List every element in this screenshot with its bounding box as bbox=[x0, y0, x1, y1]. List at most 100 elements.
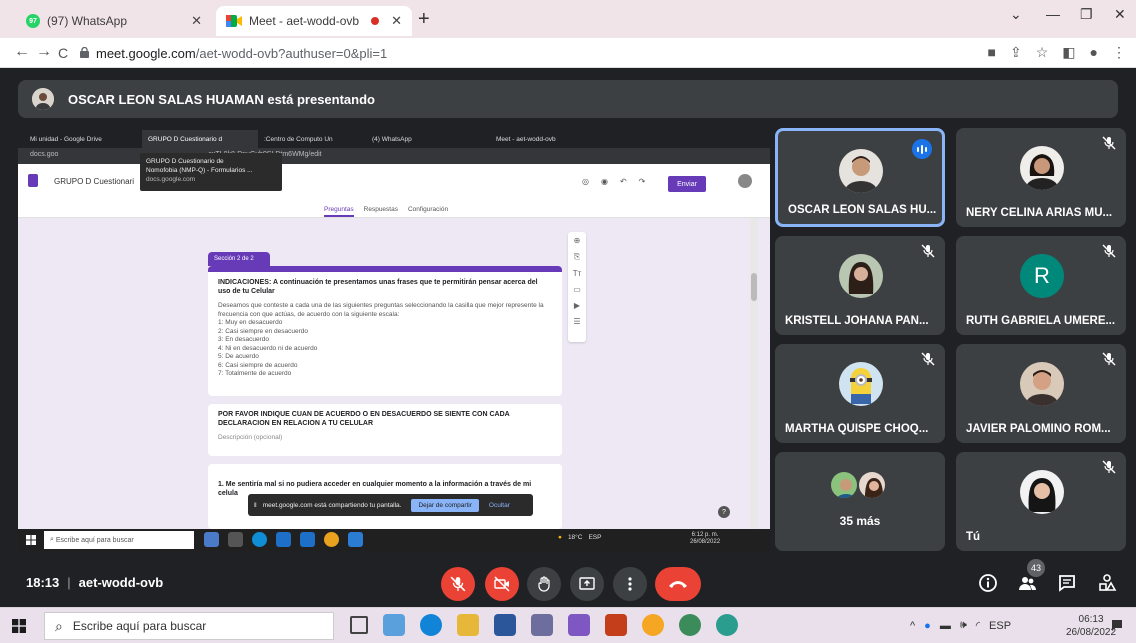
participant-name: OSCAR LEON SALAS HU... bbox=[788, 204, 937, 216]
close-window-icon[interactable]: ✕ bbox=[1114, 6, 1126, 23]
avatar bbox=[829, 470, 859, 500]
app-icon bbox=[228, 532, 243, 547]
app-icon bbox=[300, 532, 315, 547]
minimize-icon[interactable]: — bbox=[1046, 6, 1060, 22]
back-icon[interactable]: ← bbox=[14, 43, 30, 61]
tab-search-icon[interactable]: ⌄ bbox=[1010, 6, 1022, 23]
lock-icon bbox=[80, 47, 89, 58]
sidebar-icon[interactable]: ◧ bbox=[1062, 44, 1075, 61]
form-scrollbar-thumb bbox=[751, 273, 757, 301]
app-icon[interactable] bbox=[383, 614, 405, 636]
search-icon: ⌕ bbox=[55, 617, 63, 634]
participant-tile-nery[interactable]: NERY CELINA ARIAS MU... bbox=[956, 128, 1126, 227]
notifications-icon[interactable] bbox=[1110, 618, 1124, 632]
participant-tile-ruth[interactable]: R RUTH GABRIELA UMERE... bbox=[956, 236, 1126, 335]
forms-logo-icon bbox=[28, 174, 38, 187]
participant-name: RUTH GABRIELA UMERE... bbox=[966, 315, 1116, 327]
app-icon[interactable] bbox=[716, 614, 738, 636]
hand-icon bbox=[538, 576, 550, 592]
form-header-icons: ◎ ◉ ↶ ↷ bbox=[582, 177, 645, 186]
edge-icon bbox=[252, 532, 267, 547]
whatsapp-icon: 97 bbox=[26, 14, 40, 28]
shared-taskbar-clock: 6:12 p. m. 26/08/2022 bbox=[690, 532, 721, 545]
forward-icon[interactable]: → bbox=[36, 43, 52, 61]
form-header: GRUPO D Cuestionari ◎ ◉ ↶ ↷ Enviar Pregu… bbox=[18, 164, 770, 218]
windows-clock[interactable]: 06:13 26/08/2022 bbox=[1066, 613, 1116, 639]
app-icon[interactable] bbox=[679, 614, 701, 636]
more-options-button[interactable] bbox=[613, 567, 647, 601]
end-call-button[interactable] bbox=[655, 567, 701, 601]
present-screen-button[interactable] bbox=[570, 567, 604, 601]
word-icon[interactable] bbox=[494, 614, 516, 636]
google-meet-icon bbox=[226, 15, 242, 27]
raise-hand-button[interactable] bbox=[527, 567, 561, 601]
participant-tile-oscar[interactable]: OSCAR LEON SALAS HU... bbox=[775, 128, 945, 227]
activities-icon[interactable] bbox=[1097, 573, 1117, 593]
menu-dots-icon[interactable]: ⋮ bbox=[1112, 44, 1126, 61]
meeting-info: 18:13 | aet-wodd-ovb bbox=[26, 575, 164, 590]
edge-icon[interactable] bbox=[420, 614, 442, 636]
avatar bbox=[1020, 362, 1064, 406]
language-label[interactable]: ESP bbox=[989, 620, 1011, 632]
video-icon: ▶ bbox=[573, 301, 581, 310]
calendar-icon[interactable] bbox=[568, 614, 590, 636]
share-icon[interactable]: ⇪ bbox=[1010, 44, 1022, 61]
camera-off-icon bbox=[494, 576, 510, 592]
participant-tile-martha[interactable]: MARTHA QUISPE CHOQ... bbox=[775, 344, 945, 443]
task-view-icon[interactable] bbox=[350, 616, 368, 634]
new-tab-button[interactable]: + bbox=[418, 8, 430, 31]
meet-tray-icon[interactable]: ● bbox=[924, 620, 931, 632]
participant-tile-kristell[interactable]: KRISTELL JOHANA PAN... bbox=[775, 236, 945, 335]
powerpoint-icon[interactable] bbox=[605, 614, 627, 636]
windows-start-icon[interactable] bbox=[12, 619, 26, 633]
avatar bbox=[857, 470, 887, 500]
camera-in-use-icon[interactable]: ■ bbox=[988, 44, 996, 61]
file-explorer-icon[interactable] bbox=[457, 614, 479, 636]
meet-control-bar: 18:13 | aet-wodd-ovb 43 bbox=[0, 555, 1136, 607]
form-scrollbar bbox=[750, 218, 758, 529]
restore-icon[interactable]: ❐ bbox=[1080, 6, 1093, 23]
windows-taskbar: ⌕ Escribe aquí para buscar ^ ● ▬ 🕪 ◜ ESP… bbox=[0, 607, 1136, 643]
wifi-icon[interactable]: ◜ bbox=[976, 619, 980, 632]
windows-tray: ^ ● ▬ 🕪 ◜ ESP bbox=[910, 619, 1011, 632]
tab-meet[interactable]: Meet - aet-wodd-ovb ✕ bbox=[216, 6, 412, 36]
pause-icon: ‖ bbox=[254, 501, 257, 509]
avatar bbox=[839, 254, 883, 298]
speaking-indicator-icon bbox=[912, 139, 932, 159]
participant-tile-javier[interactable]: JAVIER PALOMINO ROM... bbox=[956, 344, 1126, 443]
url-field[interactable]: meet.google.com/aet-wodd-ovb?authuser=0&… bbox=[96, 46, 387, 61]
app-icon[interactable] bbox=[531, 614, 553, 636]
shared-tab-form: GRUPO D Cuestionario d bbox=[142, 130, 258, 148]
form-card-instructions: INDICACIONES: A continuación te presenta… bbox=[208, 266, 562, 396]
chevron-up-icon[interactable]: ^ bbox=[910, 620, 915, 632]
address-bar-icons: ■ ⇪ ☆ ◧ ● ⋮ bbox=[988, 44, 1126, 61]
camera-toggle-button[interactable] bbox=[485, 567, 519, 601]
close-tab-icon[interactable]: ✕ bbox=[391, 13, 402, 29]
participant-tile-more[interactable]: 35 más bbox=[775, 452, 945, 551]
form-user-avatar bbox=[738, 174, 752, 188]
mic-off-icon bbox=[1102, 136, 1116, 150]
meeting-details-icon[interactable] bbox=[978, 573, 998, 593]
present-icon bbox=[579, 577, 595, 590]
chat-icon[interactable] bbox=[1057, 573, 1077, 593]
import-icon: ⎘ bbox=[573, 252, 581, 261]
reload-icon[interactable]: C bbox=[58, 45, 68, 61]
shared-tab-meet: Meet - aet-wodd-ovb bbox=[496, 135, 556, 143]
shared-taskbar-tray: ● 18°C ESP bbox=[558, 534, 602, 541]
close-tab-icon[interactable]: ✕ bbox=[191, 13, 202, 29]
participant-tile-you[interactable]: Tú bbox=[956, 452, 1126, 551]
section-icon: ☰ bbox=[573, 317, 581, 326]
bookmark-star-icon[interactable]: ☆ bbox=[1036, 44, 1049, 61]
battery-icon[interactable]: ▬ bbox=[940, 620, 951, 632]
more-vert-icon bbox=[628, 577, 632, 591]
tab-whatsapp[interactable]: 97 (97) WhatsApp ✕ bbox=[16, 6, 212, 36]
add-question-icon: ⊕ bbox=[573, 236, 581, 245]
chrome-icon[interactable] bbox=[642, 614, 664, 636]
volume-icon[interactable]: 🕪 bbox=[960, 619, 967, 632]
windows-search-box[interactable]: ⌕ Escribe aquí para buscar bbox=[44, 612, 334, 640]
app-icon bbox=[204, 532, 219, 547]
screen-share-banner: ‖ meet.google.com está compartiendo tu p… bbox=[248, 494, 533, 516]
profile-icon[interactable]: ● bbox=[1090, 44, 1098, 61]
mic-toggle-button[interactable] bbox=[441, 567, 475, 601]
mic-off-icon bbox=[450, 576, 466, 592]
